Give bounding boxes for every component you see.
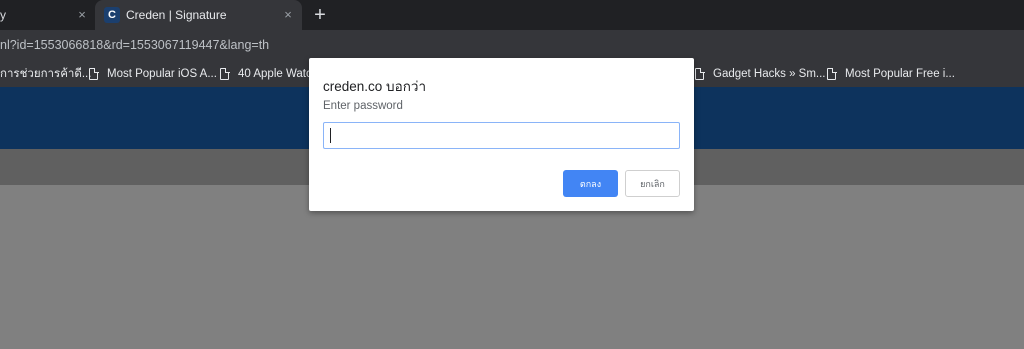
bookmark-item[interactable]: 40 Apple Watch xyxy=(220,66,318,82)
new-tab-button[interactable]: + xyxy=(309,4,331,26)
address-toolbar: nl?id=1553066818&rd=1553067119447&lang=t… xyxy=(0,30,1024,60)
close-icon[interactable]: × xyxy=(74,7,90,23)
bookmark-item[interactable]: Gadget Hacks » Sm... xyxy=(695,66,826,82)
bookmark-label: การช่วยการค้าดี... xyxy=(0,68,92,80)
ok-button[interactable]: ตกลง xyxy=(563,170,618,197)
tab-label: y xyxy=(0,8,6,22)
text-caret xyxy=(330,128,331,143)
bookmark-label: 40 Apple Watch xyxy=(238,68,319,80)
close-icon[interactable]: × xyxy=(280,7,296,23)
doc-icon xyxy=(89,67,99,80)
bookmark-label: Gadget Hacks » Sm... xyxy=(713,68,826,80)
tab-creden-signature[interactable]: C Creden | Signature × xyxy=(95,0,302,30)
doc-icon xyxy=(695,67,705,80)
doc-icon xyxy=(827,67,837,80)
doc-icon xyxy=(220,67,230,80)
dialog-title: creden.co บอกว่า xyxy=(323,79,427,94)
password-prompt-dialog: creden.co บอกว่า Enter password ตกลง ยกเ… xyxy=(309,58,694,211)
cancel-button[interactable]: ยกเลิก xyxy=(625,170,680,197)
tab-label: Creden | Signature xyxy=(126,8,227,22)
tab-strip: y × C Creden | Signature × + xyxy=(0,0,1024,30)
bookmark-item[interactable]: Most Popular iOS A... xyxy=(89,66,217,82)
creden-favicon-icon: C xyxy=(104,7,120,23)
tab-previous[interactable]: y × xyxy=(0,0,95,30)
bookmark-item[interactable]: การช่วยการค้าดี... xyxy=(0,66,91,82)
bookmark-item[interactable]: Most Popular Free i... xyxy=(827,66,955,82)
password-input[interactable] xyxy=(323,122,680,149)
dialog-message: Enter password xyxy=(323,100,403,112)
bookmark-label: Most Popular Free i... xyxy=(845,68,955,80)
address-bar-url[interactable]: nl?id=1553066818&rd=1553067119447&lang=t… xyxy=(0,38,269,52)
bookmark-label: Most Popular iOS A... xyxy=(107,68,217,80)
